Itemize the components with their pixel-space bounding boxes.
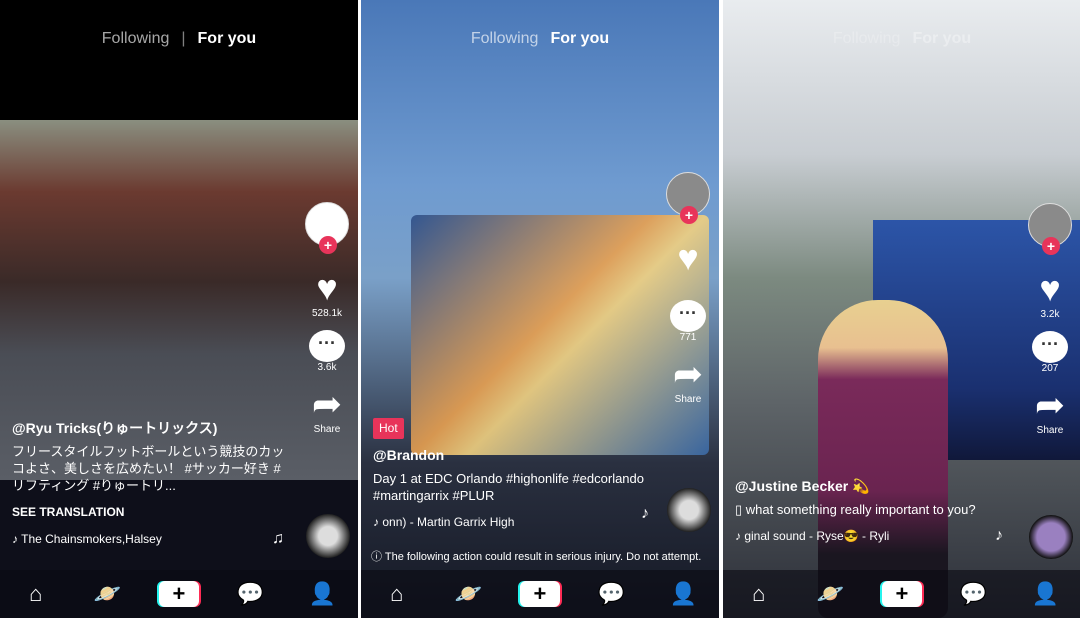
username[interactable]: @Justine Becker 💫 (735, 478, 1011, 495)
feed-screen-3: Following For you + ♥ 3.2k ··· 207 ➦ Share @… (723, 0, 1080, 618)
feed-tabs: Following For you (723, 30, 1080, 48)
comment-icon[interactable]: ··· (1032, 331, 1068, 363)
tiktok-note-icon: ♪ (12, 532, 22, 546)
heart-icon[interactable]: ♥ (302, 268, 352, 308)
tiktok-note-icon: ♪ (373, 515, 383, 529)
follow-plus-icon[interactable]: + (1042, 237, 1060, 255)
like-count (663, 278, 713, 290)
like-count: 3.2k (1040, 309, 1060, 320)
profile-icon[interactable]: 👤 (302, 581, 342, 607)
share-icon[interactable]: ➦ (663, 354, 713, 394)
comment-count: 207 (1041, 363, 1059, 374)
action-rail: + ♥ ··· 771 ➦ Share (663, 172, 713, 416)
heart-icon[interactable]: ♥ (1025, 269, 1075, 309)
safety-warning: ⓘ The following action could result in s… (371, 551, 702, 563)
music-info[interactable]: ♪ onn) - Martin Garrix High (373, 514, 649, 531)
create-button[interactable]: + (158, 581, 199, 607)
home-icon[interactable]: ⌂ (377, 581, 417, 607)
caption: フリースタイルフットボールという競技のカッコよさ、美しさを広めたい！ #サッカー… (12, 444, 285, 493)
home-icon[interactable]: ⌂ (16, 581, 56, 607)
like-count: 528.1k (311, 308, 343, 319)
feed-tabs: Following For you (361, 30, 719, 48)
username[interactable]: @Brandon (373, 447, 649, 464)
video-info: @Justine Becker 💫 ▯ what something reall… (735, 478, 1011, 545)
creator-avatar[interactable]: + (1028, 203, 1072, 255)
action-rail: + ♥ 3.2k ··· 207 ➦ Share (1025, 203, 1075, 447)
video-info: @Ryu Tricks(りゅートリックス) フリースタイルフットボールという競技… (12, 420, 288, 548)
home-icon[interactable]: ⌂ (739, 581, 779, 607)
music-disc[interactable] (1029, 515, 1073, 559)
username[interactable]: @Ryu Tricks(りゅートリックス) (12, 420, 288, 437)
share-label: Share (313, 424, 341, 435)
share-label: Share (1036, 425, 1064, 436)
profile-icon[interactable]: 👤 (1025, 581, 1065, 607)
share-icon[interactable]: ➦ (302, 384, 352, 424)
caption: ▯ what something really important to you… (735, 502, 976, 517)
tab-following[interactable]: Following (471, 30, 539, 47)
music-note-icon: ♪ (995, 527, 1003, 544)
music-note-icon: ♪ (641, 505, 649, 522)
share-icon[interactable]: ➦ (1025, 385, 1075, 425)
inbox-icon[interactable]: 💬 (592, 581, 632, 607)
creator-avatar[interactable]: + (666, 172, 710, 224)
discover-icon[interactable]: 🪐 (810, 581, 850, 607)
warning-icon: ⓘ (371, 551, 385, 563)
video-info: Hot @Brandon Day 1 at EDC Orlando #higho… (373, 418, 649, 531)
action-rail: + ♥ 528.1k ··· 3.6k ➦ Share (302, 202, 352, 446)
heart-icon[interactable]: ♥ (663, 238, 713, 278)
hot-badge: Hot (373, 418, 404, 439)
feed-screen-2: Following For you + ♥ ··· 771 ➦ Share Hot @… (361, 0, 719, 618)
tab-for-you[interactable]: For you (912, 30, 971, 47)
music-info[interactable]: ♪ The Chainsmokers,Halsey (12, 531, 288, 548)
discover-icon[interactable]: 🪐 (448, 581, 488, 607)
inbox-icon[interactable]: 💬 (954, 581, 994, 607)
tiktok-note-icon: ♪ (735, 529, 745, 543)
create-button[interactable]: + (881, 581, 922, 607)
feed-tabs: Following | For you (101, 30, 257, 47)
follow-plus-icon[interactable]: + (680, 206, 698, 224)
comment-icon[interactable]: ··· (670, 300, 706, 332)
share-label: Share (674, 394, 702, 405)
tab-for-you[interactable]: For you (550, 30, 609, 47)
create-button[interactable]: + (519, 581, 560, 607)
see-translation-link[interactable]: SEE TRANSLATION (12, 504, 288, 521)
tab-for-you[interactable]: For you (198, 30, 257, 47)
profile-icon[interactable]: 👤 (663, 581, 703, 607)
comment-icon[interactable]: ··· (309, 330, 345, 362)
tab-following[interactable]: Following (833, 30, 901, 47)
bottom-nav: ⌂ 🪐 + 💬 👤 (361, 570, 719, 618)
bottom-nav: ⌂ 🪐 + 💬 👤 (723, 570, 1080, 618)
music-note-icon: ♫ (272, 530, 284, 547)
music-info[interactable]: ♪ ginal sound - Ryse😎 - Ryli (735, 528, 1011, 545)
comment-count: 3.6k (317, 362, 337, 373)
music-disc[interactable] (306, 514, 350, 558)
music-disc[interactable] (667, 488, 711, 532)
comment-count: 771 (679, 332, 697, 343)
caption: Day 1 at EDC Orlando #highonlife #edcorl… (373, 471, 645, 503)
inbox-icon[interactable]: 💬 (231, 581, 271, 607)
tab-following[interactable]: Following (102, 30, 170, 47)
discover-icon[interactable]: 🪐 (87, 581, 127, 607)
feed-screen-1: Following | For you + ♥ 528.1k ··· 3.6k ➦ Sha… (0, 0, 358, 618)
bottom-nav: ⌂ 🪐 + 💬 👤 (0, 570, 358, 618)
follow-plus-icon[interactable]: + (319, 236, 337, 254)
creator-avatar[interactable]: + (305, 202, 349, 254)
